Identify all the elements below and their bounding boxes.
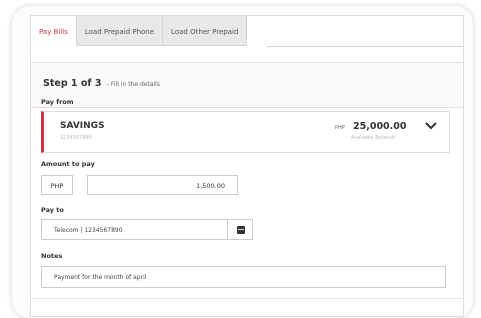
tab-bar: Pay Bills Load Prepaid Phone Load Other … [31, 16, 248, 46]
divider [31, 298, 463, 299]
notes-input[interactable]: Payment for the month of april [41, 266, 446, 288]
tab-bar-filler [267, 16, 463, 47]
amount-label: Amount to pay [41, 160, 95, 168]
tab-load-other-prepaid[interactable]: Load Other Prepaid [163, 16, 248, 46]
account-name: SAVINGS [60, 121, 105, 131]
amount-currency: PHP [41, 175, 73, 195]
balance-currency: PHP [335, 125, 345, 131]
pay-to-input[interactable]: Telecom | 1234567890 [41, 219, 253, 240]
balance-caption: Available Balance [351, 135, 396, 141]
pay-to-label: Pay to [41, 206, 64, 214]
tab-load-prepaid-phone[interactable]: Load Prepaid Phone [76, 16, 164, 46]
step-header: Step 1 of 3 – Fill in the details [31, 62, 463, 108]
biller-picker-button[interactable] [227, 219, 253, 240]
amount-input[interactable]: 1,500.00 [87, 175, 238, 195]
chevron-down-icon[interactable] [424, 120, 438, 132]
pay-bills-panel: Pay Bills Load Prepaid Phone Load Other … [30, 15, 464, 317]
balance-amount: 25,000.00 [353, 121, 407, 132]
step-subtitle: – Fill in the details [106, 81, 160, 88]
notes-label: Notes [41, 252, 63, 260]
tab-pay-bills[interactable]: Pay Bills [31, 16, 77, 46]
account-number: 1234567890 [60, 135, 92, 141]
pay-from-label: Pay from [41, 98, 74, 106]
account-selector[interactable]: SAVINGS 1234567890 PHP 25,000.00 Availab… [41, 111, 450, 153]
calendar-icon [237, 226, 245, 234]
step-title: Step 1 of 3 [43, 78, 102, 89]
